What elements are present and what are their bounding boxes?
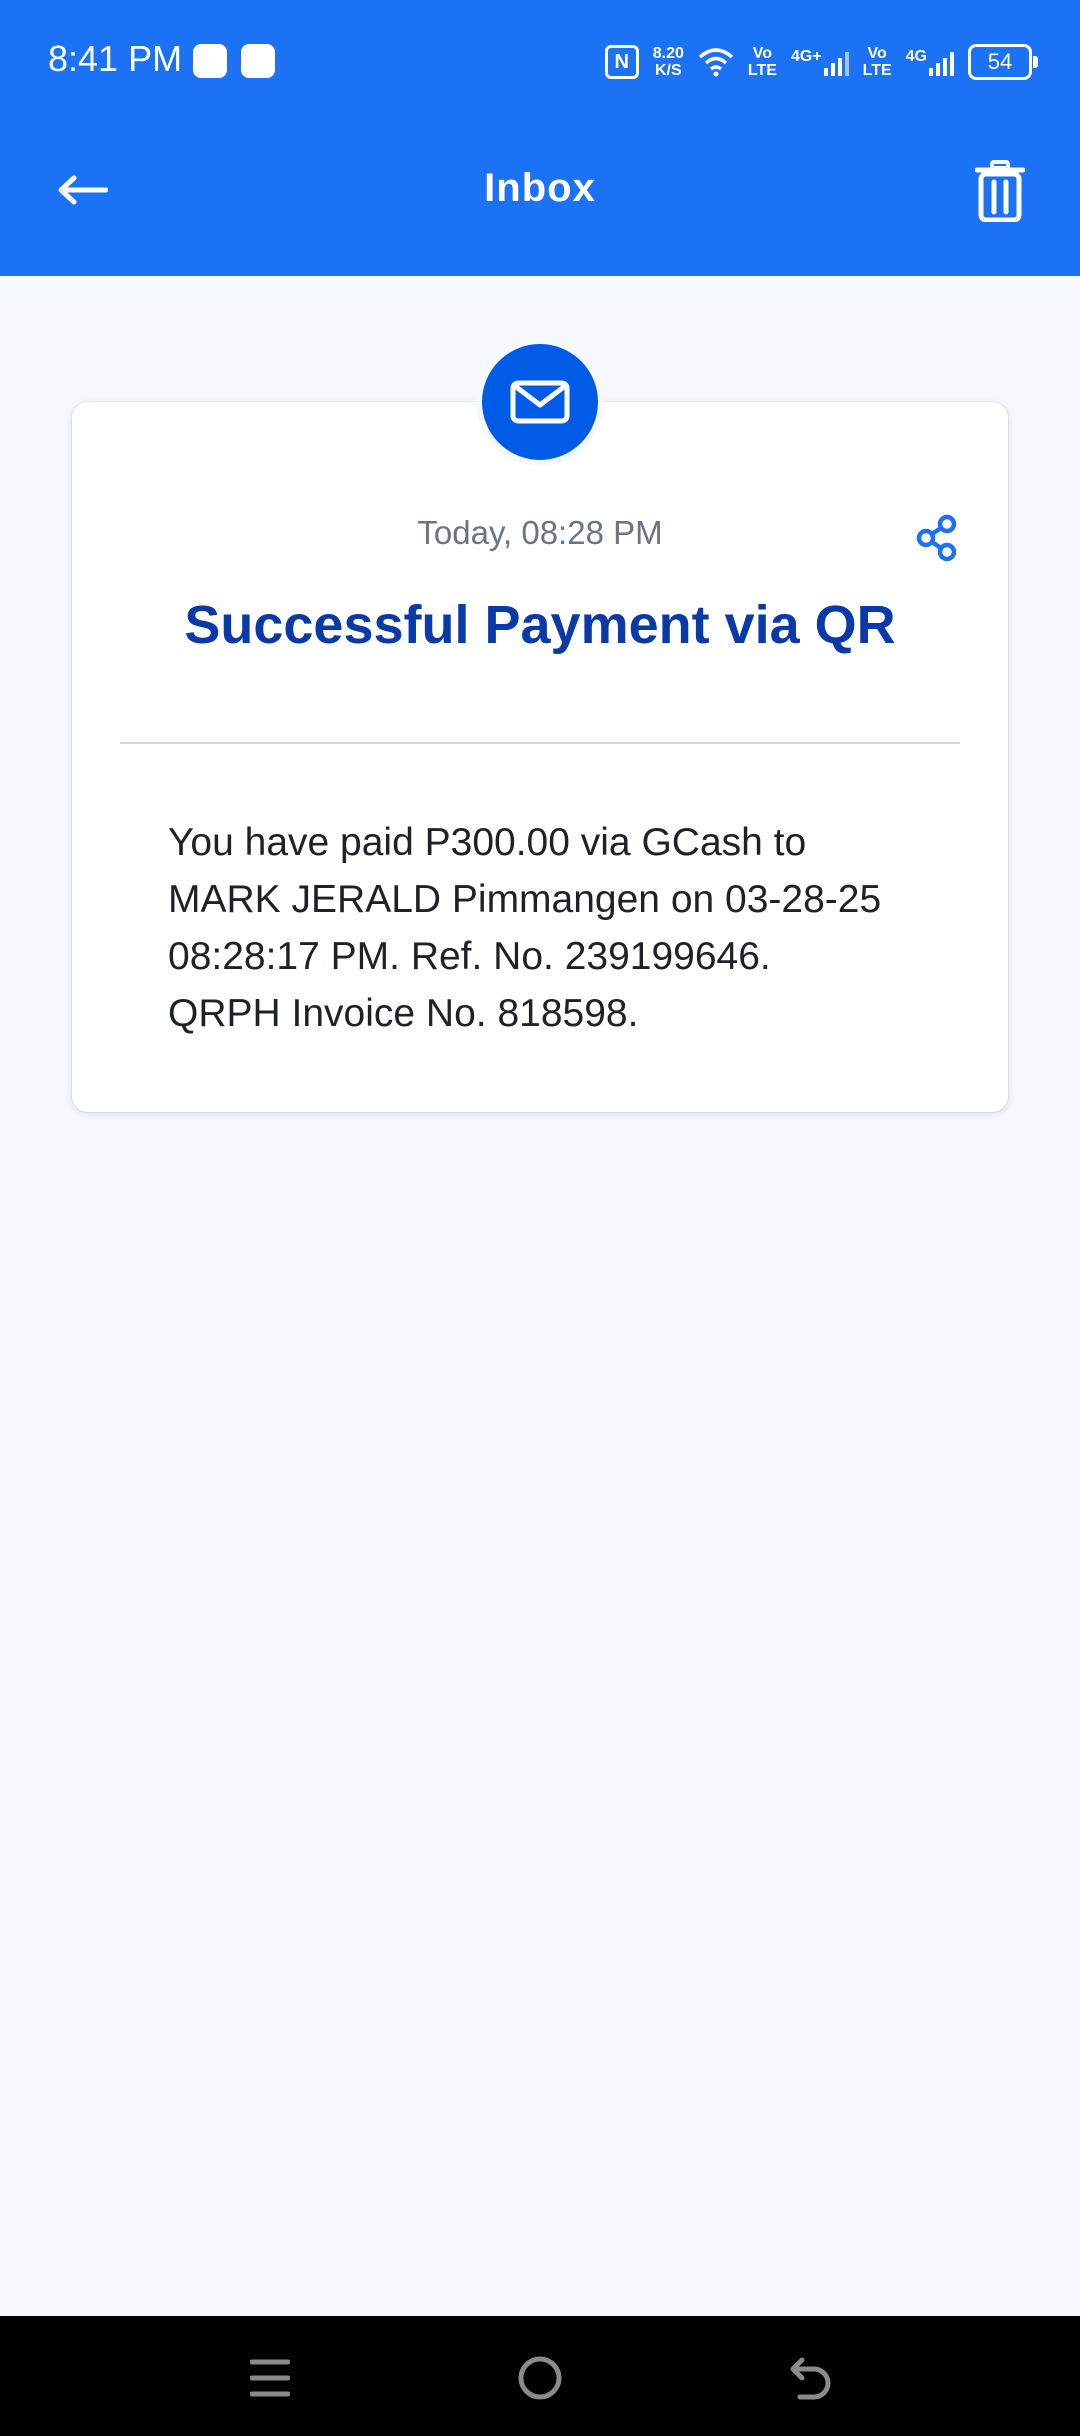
page-title: Inbox [484, 166, 596, 210]
nav-menu-button[interactable] [230, 2338, 310, 2418]
network-speed-unit: K/S [655, 62, 682, 79]
volte-indicator-1: Vo LTE [748, 45, 777, 79]
signal-bars-icon [929, 48, 954, 76]
message-title: Successful Payment via QR [184, 595, 896, 655]
signal-bars-icon [823, 48, 849, 76]
wifi-icon [698, 48, 734, 77]
status-indicators: N 8.20 K/S Vo LTE 4G+ Vo LTE 4G 54 [604, 38, 1038, 86]
share-button[interactable] [910, 510, 966, 566]
nav-back-button[interactable] [771, 2338, 851, 2418]
system-nav-bar [0, 2316, 1080, 2436]
menu-icon [250, 2359, 290, 2397]
battery-icon: 54 [968, 44, 1038, 80]
message-body: You have paid P300.00 via GCash to MARK … [168, 821, 882, 1035]
volte-top: Vo [752, 45, 773, 62]
volte-top: Vo [867, 45, 887, 62]
notification-app-icon [193, 44, 227, 78]
volte-indicator-2: Vo LTE [863, 45, 892, 79]
status-bar: 8:41 PM N 8.20 K/S Vo LTE 4G+ Vo LTE 4G … [0, 0, 1080, 120]
app-header: 8:41 PM N 8.20 K/S Vo LTE 4G+ Vo LTE 4G … [0, 0, 1080, 276]
network-type-1: 4G+ [791, 48, 849, 76]
network-speed-value: 8.20 [652, 45, 684, 62]
network-type-2: 4G [906, 48, 954, 76]
nfc-icon: N [604, 45, 639, 79]
notification-app-icon [241, 44, 275, 78]
network-type-label: 4G [905, 48, 927, 65]
divider [120, 742, 960, 744]
message-date: Today, 08:28 PM [417, 514, 663, 551]
mail-badge [476, 338, 604, 466]
home-icon [518, 2356, 562, 2400]
volte-bottom: LTE [862, 62, 892, 79]
nav-home-button[interactable] [500, 2338, 580, 2418]
back-icon [790, 2357, 831, 2400]
share-icon [916, 514, 957, 562]
network-speed: 8.20 K/S [653, 45, 684, 79]
delete-button[interactable] [970, 158, 1030, 224]
network-type-label: 4G+ [790, 48, 822, 65]
message-card: Today, 08:28 PM Successful Payment via Q… [72, 402, 1008, 1112]
volte-bottom: LTE [747, 62, 777, 79]
mail-icon [510, 380, 570, 424]
status-time: 8:41 PM [48, 38, 183, 79]
trash-icon [975, 160, 1025, 222]
